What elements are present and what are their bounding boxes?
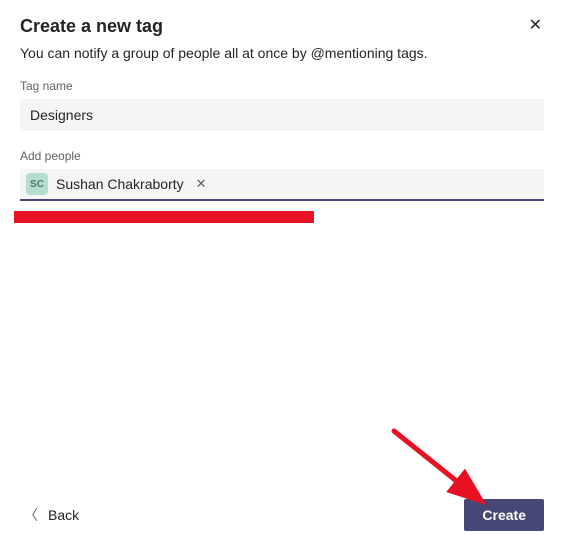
create-button[interactable]: Create [464,499,544,531]
add-people-input[interactable]: SC Sushan Chakraborty ✕ [20,169,544,201]
tag-name-input[interactable] [20,99,544,131]
person-name: Sushan Chakraborty [56,176,184,192]
avatar: SC [26,173,48,195]
close-icon: ✕ [529,17,542,34]
add-people-label: Add people [20,149,544,163]
dialog-title: Create a new tag [20,16,163,37]
tag-name-label: Tag name [20,79,544,93]
chevron-left-icon: 〈 [24,505,38,525]
person-chip[interactable]: SC Sushan Chakraborty ✕ [26,173,209,195]
redaction-bar [14,211,314,223]
back-button[interactable]: 〈 Back [20,501,83,529]
remove-icon: ✕ [196,176,207,191]
dialog-subtitle: You can notify a group of people all at … [20,45,544,61]
back-label: Back [48,507,79,523]
remove-person-button[interactable]: ✕ [194,176,209,192]
close-button[interactable]: ✕ [527,16,544,36]
